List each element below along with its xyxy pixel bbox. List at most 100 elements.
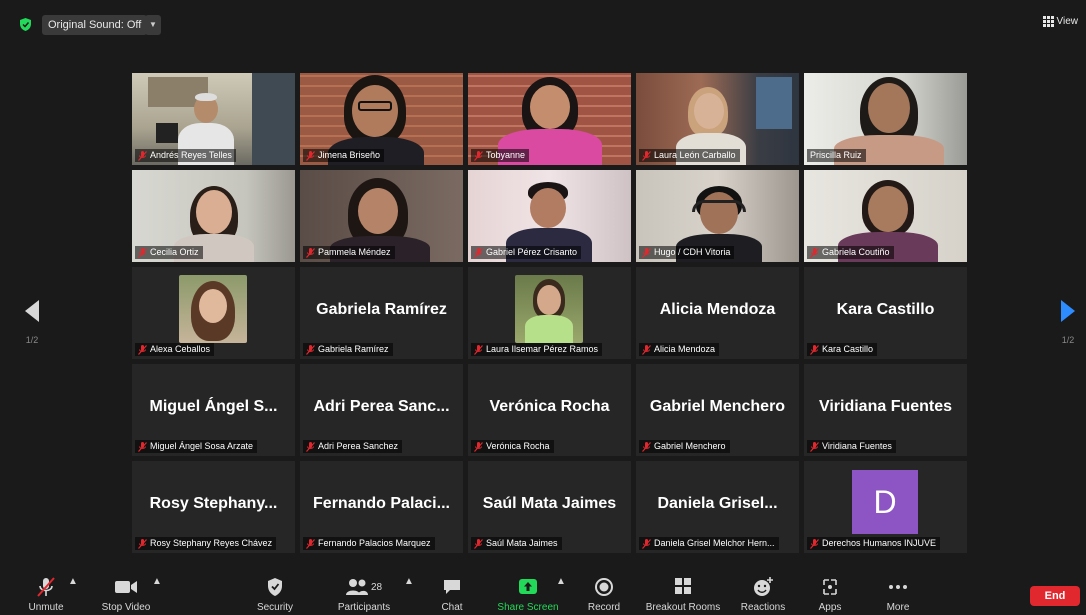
muted-mic-icon xyxy=(810,247,819,258)
participant-name: Priscilla Ruiz xyxy=(810,150,862,160)
participant-display-name: Kara Castillo xyxy=(836,301,935,318)
name-tag: Gabriela Ramírez xyxy=(303,343,393,356)
participant-tile[interactable]: Rosy Stephany... Rosy Stephany Reyes Chá… xyxy=(132,461,295,553)
security-button[interactable]: Security xyxy=(252,576,298,613)
participant-name: Tobyanne xyxy=(486,150,526,160)
more-label: More xyxy=(886,602,910,613)
apps-label: Apps xyxy=(818,602,842,613)
participant-tile[interactable]: Saúl Mata Jaimes Saúl Mata Jaimes xyxy=(468,461,631,553)
participant-tile[interactable]: Alicia Mendoza Alicia Mendoza xyxy=(636,267,799,359)
stop-video-label: Stop Video xyxy=(101,602,151,613)
muted-mic-icon xyxy=(138,247,147,258)
name-tag: Gabriel Menchero xyxy=(639,440,730,453)
muted-mic-icon xyxy=(642,150,651,161)
participant-name: Cecilia Ortiz xyxy=(150,247,199,257)
name-tag: Gabriela Coutiño xyxy=(807,246,894,259)
participant-name: Gabriela Coutiño xyxy=(822,247,890,257)
participant-name: Gabriela Ramírez xyxy=(318,344,389,354)
participant-display-name: Verónica Rocha xyxy=(489,398,610,415)
participant-tile[interactable]: Gabriela Coutiño xyxy=(804,170,967,262)
previous-page-button[interactable]: 1/2 xyxy=(17,300,47,345)
stop-video-button[interactable]: Stop Video xyxy=(96,576,156,613)
chevron-up-icon[interactable]: ▲ xyxy=(556,576,566,587)
participant-tile[interactable]: Kara Castillo Kara Castillo xyxy=(804,267,967,359)
share-screen-label: Share Screen xyxy=(497,602,559,613)
participant-tile[interactable]: Daniela Grisel... Daniela Grisel Melchor… xyxy=(636,461,799,553)
participant-tile[interactable]: Cecilia Ortiz xyxy=(132,170,295,262)
name-tag: Gabriel Pérez Crisanto xyxy=(471,246,582,259)
participants-icon xyxy=(345,579,368,595)
participant-name: Derechos Humanos INJUVE xyxy=(822,538,937,548)
top-bar: Original Sound: Off ▼ View xyxy=(0,0,1086,48)
view-button[interactable]: View xyxy=(1042,16,1078,27)
participant-tile[interactable]: Tobyanne xyxy=(468,73,631,165)
unmute-label: Unmute xyxy=(28,602,64,613)
muted-mic-icon xyxy=(37,577,55,597)
breakout-rooms-label: Breakout Rooms xyxy=(645,602,721,613)
breakout-rooms-button[interactable]: Breakout Rooms xyxy=(642,576,724,613)
participants-button[interactable]: 28 Participants xyxy=(330,576,398,613)
participant-tile[interactable]: Adri Perea Sanc... Adri Perea Sanchez xyxy=(300,364,463,456)
muted-mic-icon xyxy=(306,344,315,355)
next-page-button[interactable]: 1/2 xyxy=(1053,300,1083,345)
security-label: Security xyxy=(256,602,294,613)
participant-tile[interactable]: Laura León Carballo xyxy=(636,73,799,165)
participant-name: Andrés Reyes Telles xyxy=(150,150,232,160)
more-button[interactable]: More xyxy=(880,576,916,613)
arrow-left-icon xyxy=(25,300,39,322)
participant-display-name: Miguel Ángel S... xyxy=(149,398,278,415)
shield-icon[interactable] xyxy=(20,18,31,31)
muted-mic-icon xyxy=(474,344,483,355)
share-screen-arrow-icon xyxy=(519,579,537,594)
participant-tile[interactable]: Viridiana Fuentes Viridiana Fuentes xyxy=(804,364,967,456)
chevron-up-icon[interactable]: ▲ xyxy=(152,576,162,587)
chat-button[interactable]: Chat xyxy=(436,576,468,613)
participant-tile[interactable]: Gabriel Pérez Crisanto xyxy=(468,170,631,262)
participant-name: Fernando Palacios Marquez xyxy=(318,538,431,548)
name-tag: Pammela Méndez xyxy=(303,246,395,259)
unmute-button[interactable]: Unmute xyxy=(24,576,68,613)
participant-tile[interactable]: Gabriel Menchero Gabriel Menchero xyxy=(636,364,799,456)
participant-display-name: Saúl Mata Jaimes xyxy=(482,495,617,512)
more-dots-icon xyxy=(889,585,907,589)
muted-mic-icon xyxy=(810,344,819,355)
page-indicator-left: 1/2 xyxy=(25,335,39,345)
participant-tile[interactable]: D Derechos Humanos INJUVE xyxy=(804,461,967,553)
apps-button[interactable]: Apps xyxy=(814,576,846,613)
muted-mic-icon xyxy=(138,538,147,549)
chevron-up-icon[interactable]: ▲ xyxy=(404,576,414,587)
original-sound-button[interactable]: Original Sound: Off xyxy=(42,15,148,35)
name-tag: Verónica Rocha xyxy=(471,440,554,453)
participants-label: Participants xyxy=(337,602,391,613)
participant-display-name: Rosy Stephany... xyxy=(149,495,278,512)
name-tag: Kara Castillo xyxy=(807,343,878,356)
participant-tile[interactable]: Andrés Reyes Telles xyxy=(132,73,295,165)
end-meeting-button[interactable]: End xyxy=(1030,586,1080,606)
participant-display-name: Viridiana Fuentes xyxy=(818,398,953,415)
participant-tile[interactable]: Gabriela Ramírez Gabriela Ramírez xyxy=(300,267,463,359)
participant-tile[interactable]: Jimena Briseño xyxy=(300,73,463,165)
participant-tile[interactable]: Laura Ilsemar Pérez Ramos xyxy=(468,267,631,359)
participant-tile[interactable]: Alexa Ceballos xyxy=(132,267,295,359)
chat-bubble-icon xyxy=(444,580,460,594)
apps-icon xyxy=(823,579,837,595)
chevron-up-icon[interactable]: ▲ xyxy=(68,576,78,587)
participant-display-name: Fernando Palaci... xyxy=(313,495,450,512)
chevron-down-icon[interactable]: ▼ xyxy=(145,15,161,35)
reactions-button[interactable]: Reactions xyxy=(738,576,788,613)
participant-tile[interactable]: Pammela Méndez xyxy=(300,170,463,262)
participant-name: Miguel Ángel Sosa Arzate xyxy=(150,441,254,451)
participant-tile[interactable]: Miguel Ángel S... Miguel Ángel Sosa Arza… xyxy=(132,364,295,456)
muted-mic-icon xyxy=(474,247,483,258)
chat-label: Chat xyxy=(441,602,463,613)
name-tag: Laura Ilsemar Pérez Ramos xyxy=(471,343,603,356)
record-button[interactable]: Record xyxy=(584,576,624,613)
participant-display-name: Alicia Mendoza xyxy=(659,301,776,318)
participant-tile[interactable]: Hugo / CDH Vitoria xyxy=(636,170,799,262)
participant-display-name: Gabriela Ramírez xyxy=(316,301,447,318)
participants-icon-group: 28 xyxy=(330,576,398,598)
participant-tile[interactable]: Verónica Rocha Verónica Rocha xyxy=(468,364,631,456)
participant-tile-active-speaker[interactable]: Priscilla Ruiz xyxy=(804,73,967,165)
participant-tile[interactable]: Fernando Palaci... Fernando Palacios Mar… xyxy=(300,461,463,553)
share-screen-button[interactable]: Share Screen xyxy=(494,576,562,613)
